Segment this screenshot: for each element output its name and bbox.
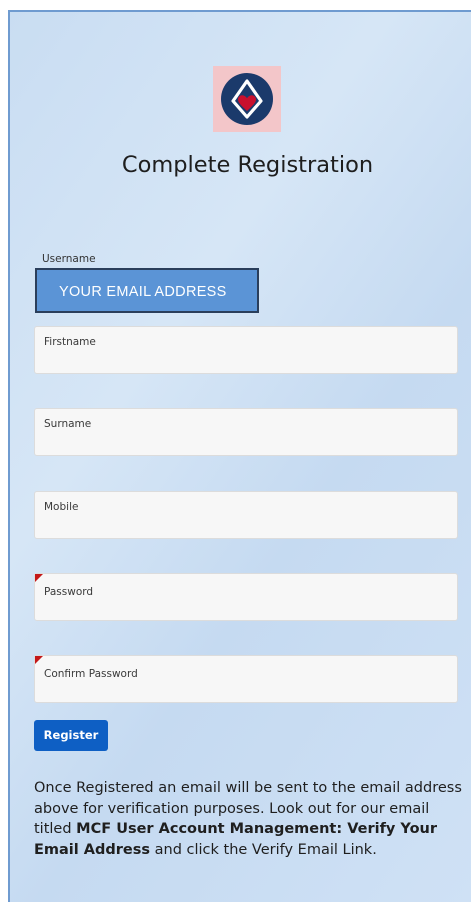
firstname-field[interactable]: Firstname xyxy=(34,326,458,374)
confirm-password-field[interactable]: Confirm Password xyxy=(34,655,458,703)
register-button[interactable]: Register xyxy=(34,720,108,751)
mobile-label: Mobile xyxy=(44,501,79,513)
surname-field[interactable]: Surname xyxy=(34,408,458,456)
password-label: Password xyxy=(44,586,94,598)
required-marker-icon xyxy=(35,574,43,582)
verification-note: Once Registered an email will be sent to… xyxy=(34,778,466,860)
username-label: Username xyxy=(42,253,96,265)
confirm-password-label: Confirm Password xyxy=(44,668,138,680)
logo xyxy=(213,66,281,132)
firstname-label: Firstname xyxy=(44,336,96,348)
registration-panel: Complete Registration Username YOUR EMAI… xyxy=(8,10,471,902)
masonic-emblem-icon xyxy=(221,73,273,125)
page-title: Complete Registration xyxy=(121,152,374,178)
note-text-2: and click the Verify Email Link. xyxy=(150,841,377,858)
required-marker-icon xyxy=(35,656,43,664)
password-field[interactable]: Password xyxy=(34,573,458,621)
username-field[interactable]: YOUR EMAIL ADDRESS xyxy=(35,268,259,313)
surname-label: Surname xyxy=(44,418,92,430)
mobile-field[interactable]: Mobile xyxy=(34,491,458,539)
